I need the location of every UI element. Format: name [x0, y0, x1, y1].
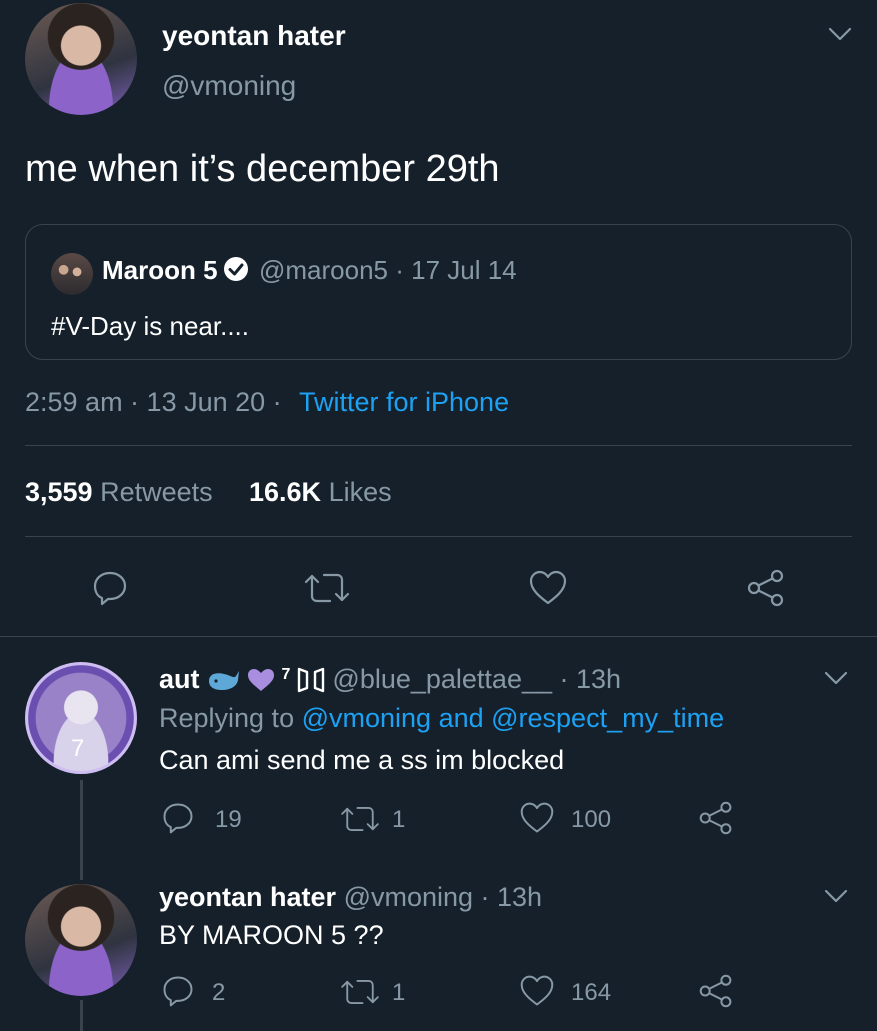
replying-to-prefix: Replying to — [159, 703, 295, 733]
chevron-down-icon[interactable] — [826, 24, 854, 44]
like-heart-icon[interactable] — [518, 973, 556, 1009]
author-display-name[interactable]: yeontan hater — [162, 20, 346, 52]
purple-heart-icon — [247, 668, 274, 691]
quoted-text: #V-Day is near.... — [51, 311, 249, 341]
chevron-down-icon[interactable] — [822, 668, 850, 688]
quoted-tweet[interactable]: Maroon 5 @maroon5 · 17 Jul 14 #V-Day is … — [25, 224, 852, 360]
reply-display-name[interactable]: yeontan hater — [159, 882, 336, 912]
retweet-stat[interactable]: 3,559 Retweets — [25, 477, 213, 508]
reply-text: BY MAROON 5 ?? — [159, 920, 384, 950]
share-icon[interactable] — [697, 800, 735, 836]
reply-handle-time: @vmoning · 13h — [343, 882, 543, 912]
retweet-icon[interactable] — [302, 568, 352, 608]
like-count: 100 — [571, 806, 612, 833]
reply-avatar[interactable]: 7 — [25, 662, 137, 774]
reply-header: aut 7 @blue_palettae__ · 13h — [159, 664, 621, 695]
replying-to-line: Replying to @vmoning and @respect_my_tim… — [159, 703, 724, 734]
retweet-count: 1 — [392, 806, 406, 833]
reply-handle-time: @blue_palettae__ · 13h — [332, 664, 622, 694]
replying-to-users[interactable]: @vmoning and @respect_my_time — [302, 703, 725, 733]
retweet-count: 3,559 — [25, 477, 93, 507]
bts-logo-icon — [298, 667, 325, 692]
like-count: 16.6K — [249, 477, 322, 507]
verified-badge-icon — [224, 257, 248, 281]
reply-count: 2 — [212, 979, 226, 1006]
thread-line — [80, 780, 83, 880]
share-icon[interactable] — [697, 973, 735, 1009]
reply-text: Can ami send me a ss im blocked — [159, 745, 565, 775]
chevron-down-icon[interactable] — [822, 886, 850, 906]
like-heart-icon[interactable] — [527, 568, 569, 608]
like-count: 164 — [571, 979, 612, 1006]
divider — [25, 445, 852, 446]
reply-icon[interactable] — [160, 973, 196, 1009]
quoted-display-name[interactable]: Maroon 5 — [102, 255, 218, 286]
divider — [0, 636, 877, 637]
share-icon[interactable] — [745, 568, 787, 608]
reply-icon[interactable] — [90, 568, 130, 608]
like-label: Likes — [328, 477, 392, 507]
reply-header: yeontan hater @vmoning · 13h — [159, 882, 542, 913]
tweet-text: me when it’s december 29th — [25, 148, 500, 190]
reply-count: 19 — [215, 806, 242, 833]
like-stat[interactable]: 16.6K Likes — [249, 477, 392, 508]
thread-line — [80, 1000, 83, 1031]
author-handle[interactable]: @vmoning — [162, 70, 296, 102]
quoted-handle-date: @maroon5 · 17 Jul 14 — [259, 255, 517, 285]
reply-avatar[interactable] — [25, 884, 137, 996]
like-heart-icon[interactable] — [518, 800, 556, 836]
divider — [25, 536, 852, 537]
retweet-icon[interactable] — [338, 975, 382, 1009]
author-avatar[interactable] — [25, 3, 137, 115]
retweet-label: Retweets — [100, 477, 213, 507]
reply-display-name[interactable]: aut — [159, 664, 200, 695]
quoted-avatar[interactable] — [51, 253, 93, 295]
reply-icon[interactable] — [160, 800, 196, 836]
retweet-count: 1 — [392, 979, 406, 1006]
tweet-timestamp: 2:59 am · 13 Jun 20 · — [25, 387, 282, 417]
avatar-number: 7 — [71, 735, 85, 762]
retweet-icon[interactable] — [338, 802, 382, 836]
badge-seven: 7 — [281, 665, 291, 683]
whale-icon — [208, 670, 239, 690]
tweet-source-link[interactable]: Twitter for iPhone — [299, 387, 509, 418]
